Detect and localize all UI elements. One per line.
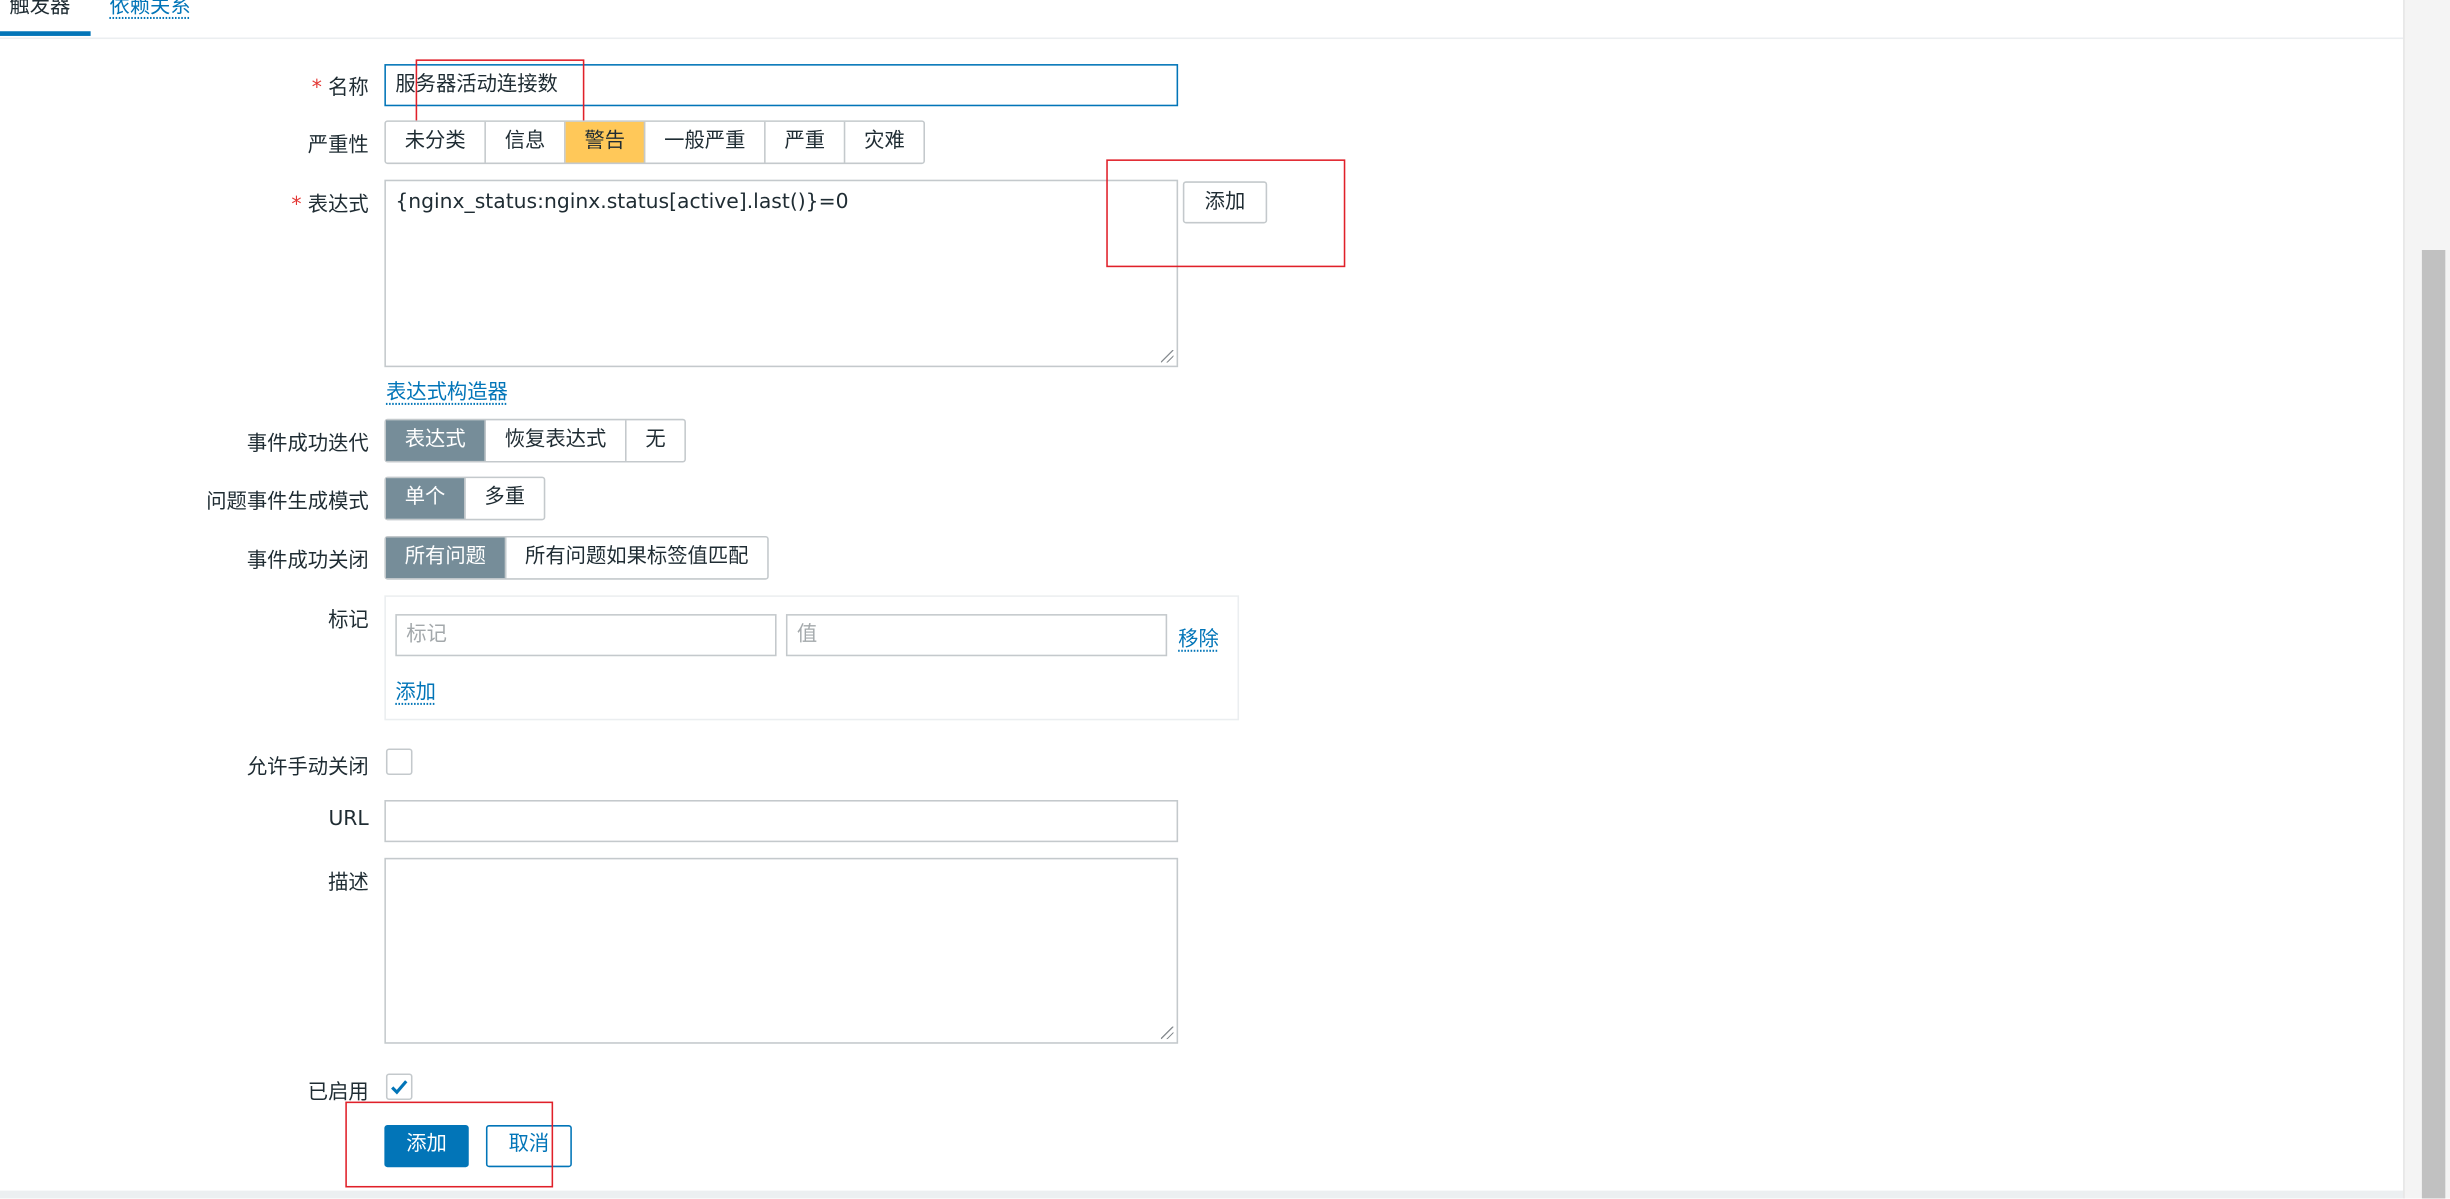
allow-manual-close-label: 允许手动关闭 xyxy=(246,756,369,780)
tag-value-placeholder: 值 xyxy=(796,623,818,647)
severity-warning[interactable]: 警告 xyxy=(565,121,646,163)
checkmark-icon xyxy=(391,1080,408,1095)
name-label-text: 名称 xyxy=(328,76,369,100)
severity-label: 严重性 xyxy=(307,134,369,158)
ok-event-none-option[interactable]: 无 xyxy=(627,420,685,461)
problem-event-mode-label: 问题事件生成模式 xyxy=(206,490,369,515)
vertical-scrollbar-thumb[interactable] xyxy=(2421,250,2446,1199)
name-label: * 名称 xyxy=(312,70,369,100)
ok-event-generation-label: 事件成功迭代 xyxy=(246,432,369,457)
severity-information[interactable]: 信息 xyxy=(486,121,566,163)
expression-label-text: 表达式 xyxy=(307,193,369,218)
tab-bar xyxy=(0,0,2404,40)
description-textarea[interactable] xyxy=(384,857,1179,1044)
red-annotation-buttons xyxy=(345,1101,554,1188)
ok-event-closes-label: 事件成功关闭 xyxy=(246,550,369,574)
severity-average[interactable]: 一般严重 xyxy=(645,121,766,163)
expression-label: * 表达式 xyxy=(291,188,369,218)
expression-constructor-link[interactable]: 表达式构造器 xyxy=(386,375,508,404)
problem-mode-multiple-option[interactable]: 多重 xyxy=(466,478,544,519)
url-input[interactable] xyxy=(384,800,1179,843)
url-label: URL xyxy=(328,807,369,832)
ok-event-recovery-option[interactable]: 恢复表达式 xyxy=(486,420,627,461)
expression-textarea[interactable]: {nginx_status:nginx.status[active].last(… xyxy=(384,179,1179,368)
ok-event-expression-option[interactable]: 表达式 xyxy=(385,420,486,461)
description-label: 描述 xyxy=(328,871,369,896)
severity-selector: 未分类 信息 警告 一般严重 严重 灾难 xyxy=(384,120,926,165)
enabled-label: 已启用 xyxy=(307,1081,369,1105)
tag-value-input[interactable]: 值 xyxy=(785,614,1168,657)
resize-grip-icon[interactable] xyxy=(1160,1026,1174,1040)
closes-tag-match-option[interactable]: 所有问题如果标签值匹配 xyxy=(506,538,767,579)
resize-grip-icon[interactable] xyxy=(1160,350,1174,363)
ok-event-closes-selector: 所有问题 所有问题如果标签值匹配 xyxy=(384,535,769,580)
expression-value: {nginx_status:nginx.status[active].last(… xyxy=(395,190,849,215)
problem-mode-single-option[interactable]: 单个 xyxy=(385,478,466,519)
tags-label: 标记 xyxy=(328,609,369,633)
tab-dependencies[interactable]: 依赖关系 xyxy=(109,0,190,23)
severity-high[interactable]: 严重 xyxy=(766,121,846,163)
tab-triggers[interactable]: 触发器 xyxy=(9,0,70,23)
ok-event-generation-selector: 表达式 恢复表达式 无 xyxy=(384,418,687,463)
tag-name-placeholder: 标记 xyxy=(406,623,447,647)
closes-all-problems-option[interactable]: 所有问题 xyxy=(385,537,507,579)
severity-disaster[interactable]: 灾难 xyxy=(845,122,923,163)
problem-event-mode-selector: 单个 多重 xyxy=(384,476,546,521)
tag-remove-link[interactable]: 移除 xyxy=(1178,622,1219,651)
active-tab-indicator xyxy=(0,31,91,36)
tag-add-link[interactable]: 添加 xyxy=(395,675,436,704)
severity-not-classified[interactable]: 未分类 xyxy=(386,121,486,163)
required-asterisk-icon: * xyxy=(291,193,302,218)
enabled-checkbox[interactable] xyxy=(385,1073,413,1100)
red-annotation-expression-add xyxy=(1106,159,1346,268)
allow-manual-close-checkbox[interactable] xyxy=(385,748,413,775)
bottom-border xyxy=(0,1190,2404,1199)
required-asterisk-icon: * xyxy=(311,76,322,100)
tag-name-input[interactable]: 标记 xyxy=(395,614,777,657)
red-annotation-name xyxy=(415,59,585,124)
